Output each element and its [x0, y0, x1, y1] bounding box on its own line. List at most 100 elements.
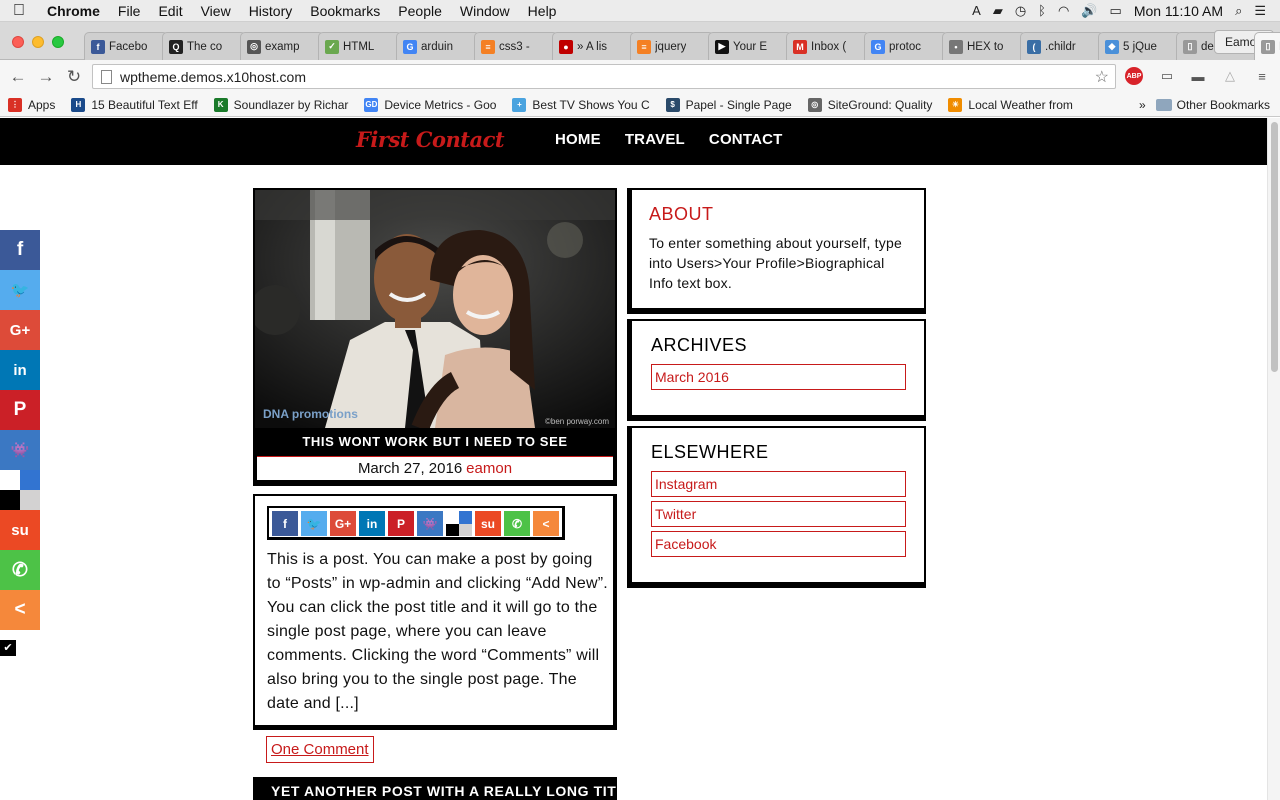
url-text[interactable]: wptheme.demos.x10host.com [120, 69, 306, 85]
close-window-button[interactable] [12, 36, 24, 48]
browser-tab[interactable]: ◆ 5 jQue [1098, 32, 1182, 60]
browser-tab[interactable]: ≡ jquery [630, 32, 714, 60]
post-share-pinterest-icon[interactable]: P [388, 511, 414, 536]
browser-tab[interactable]: Garduin [396, 32, 480, 60]
share-delicious-icon[interactable] [0, 470, 40, 510]
post-share-facebook-icon[interactable]: f [272, 511, 298, 536]
maximize-window-button[interactable] [52, 36, 64, 48]
browser-tab[interactable]: ◎ examp [240, 32, 324, 60]
bookmark-item[interactable]: ⋮ Apps [8, 97, 55, 112]
post-share-reddit-icon[interactable]: 👾 [417, 511, 443, 536]
share-share-icon[interactable]: < [0, 590, 40, 630]
browser-tab[interactable]: • HEX to [942, 32, 1026, 60]
address-bar[interactable]: wptheme.demos.x10host.com ☆ [92, 64, 1116, 89]
apple-menu-icon[interactable]:  [0, 2, 38, 20]
elsewhere-link-instagram[interactable]: Instagram [651, 471, 906, 497]
browser-tab[interactable]: ● » A lis [552, 32, 636, 60]
nav-contact[interactable]: CONTACT [709, 131, 783, 148]
clock[interactable]: Mon 11:10 AM [1134, 3, 1223, 19]
minimize-window-button[interactable] [32, 36, 44, 48]
reload-icon[interactable]: ↻ [60, 67, 88, 87]
page-icon [101, 69, 112, 84]
post-share-delicious-icon[interactable] [446, 511, 472, 536]
nav-home[interactable]: HOME [555, 131, 601, 148]
page-scrollbar[interactable] [1267, 118, 1280, 800]
post-featured-image[interactable]: DNA promotions ©ben porway.com [255, 190, 615, 428]
cast-icon[interactable]: ▭ [1157, 66, 1177, 86]
share-linkedin-icon[interactable]: in [0, 350, 40, 390]
browser-tab[interactable]: Gprotoc [864, 32, 948, 60]
pen-icon[interactable]: ▰ [993, 3, 1003, 19]
text-input-icon[interactable]: A [972, 3, 981, 18]
bookmark-favicon-icon: ◎ [807, 97, 822, 112]
post-author-link[interactable]: eamon [466, 460, 512, 477]
bookmark-star-icon[interactable]: ☆ [1095, 67, 1109, 87]
bookmark-item[interactable]: + Best TV Shows You C [512, 97, 650, 112]
share-whatsapp-icon[interactable]: ✆ [0, 550, 40, 590]
drive-icon[interactable]: △ [1220, 66, 1240, 86]
time-machine-icon[interactable]: ◷ [1015, 3, 1026, 19]
forward-icon[interactable]: → [32, 67, 60, 87]
menu-chrome[interactable]: Chrome [38, 3, 109, 19]
elsewhere-link-twitter[interactable]: Twitter [651, 501, 906, 527]
browser-tab[interactable]: Q The co [162, 32, 246, 60]
spotlight-icon[interactable]: ⌕ [1235, 3, 1242, 19]
volume-icon[interactable]: 🔊 [1081, 3, 1097, 19]
browser-tab[interactable]: (.childr [1020, 32, 1104, 60]
bookmark-favicon-icon: GD [364, 97, 379, 112]
terminal-icon[interactable]: ▬ [1188, 66, 1208, 86]
tab-favicon-icon: ● [559, 39, 573, 54]
share-twitter-icon[interactable]: 🐦 [0, 270, 40, 310]
bookmark-item[interactable]: K Soundlazer by Richar [213, 97, 348, 112]
nav-travel[interactable]: TRAVEL [625, 131, 685, 148]
bookmark-item[interactable]: H 15 Beautiful Text Eff [71, 97, 198, 112]
wifi-icon[interactable]: ◠ [1058, 3, 1069, 19]
browser-tab[interactable]: ▯Firs✕ [1254, 32, 1280, 60]
menu-history[interactable]: History [240, 3, 302, 19]
share-google-plus-icon[interactable]: G+ [0, 310, 40, 350]
archive-link-march-2016[interactable]: March 2016 [651, 364, 906, 390]
post-share-linkedin-icon[interactable]: in [359, 511, 385, 536]
adblock-plus-icon[interactable]: ABP [1125, 67, 1143, 85]
share-pinterest-icon[interactable]: P [0, 390, 40, 430]
browser-tab[interactable]: ≡ css3 - [474, 32, 558, 60]
comments-link[interactable]: One Comment [266, 736, 374, 763]
back-icon[interactable]: ← [4, 67, 32, 87]
elsewhere-link-facebook[interactable]: Facebook [651, 531, 906, 557]
battery-icon[interactable]: ▭ [1110, 3, 1122, 19]
share-facebook-icon[interactable]: f [0, 230, 40, 270]
menu-help[interactable]: Help [519, 3, 566, 19]
other-bookmarks-folder[interactable]: Other Bookmarks [1155, 98, 1270, 112]
menu-file[interactable]: File [109, 3, 150, 19]
next-post-title[interactable]: YET ANOTHER POST WITH A REALLY LONG TITL… [253, 777, 617, 800]
menu-bookmarks[interactable]: Bookmarks [301, 3, 389, 19]
notification-center-icon[interactable]: ☰ [1254, 3, 1266, 19]
share-reddit-icon[interactable]: 👾 [0, 430, 40, 470]
site-logo[interactable]: First Contact [356, 127, 505, 152]
bluetooth-icon[interactable]: ᛒ [1038, 3, 1046, 18]
post-title[interactable]: THIS WONT WORK BUT I NEED TO SEE [302, 434, 567, 449]
bookmark-item[interactable]: ☀ Local Weather from [948, 97, 1073, 112]
post-share-share-icon[interactable]: < [533, 511, 559, 536]
menu-edit[interactable]: Edit [149, 3, 191, 19]
post-share-google-plus-icon[interactable]: G+ [330, 511, 356, 536]
post-share-stumbleupon-icon[interactable]: su [475, 511, 501, 536]
menu-people[interactable]: People [389, 3, 451, 19]
browser-tab[interactable]: f Facebo [84, 32, 168, 60]
browser-tab[interactable]: ✓ HTML [318, 32, 402, 60]
post-share-whatsapp-icon[interactable]: ✆ [504, 511, 530, 536]
scrollbar-thumb[interactable] [1271, 122, 1278, 372]
bookmark-item[interactable]: GD Device Metrics - Goo [364, 97, 496, 112]
bookmark-item[interactable]: ◎ SiteGround: Quality [807, 97, 932, 112]
bookmark-item[interactable]: $ Papel - Single Page [665, 97, 792, 112]
share-stumbleupon-icon[interactable]: su [0, 510, 40, 550]
bookmarks-overflow-button[interactable]: » [1139, 98, 1146, 112]
browser-tab[interactable]: ▶ Your E [708, 32, 792, 60]
post-share-twitter-icon[interactable]: 🐦 [301, 511, 327, 536]
tab-label: HEX to [967, 40, 1004, 53]
browser-tab[interactable]: M Inbox ( [786, 32, 870, 60]
hide-share-toggle-icon[interactable]: ✔ [0, 640, 16, 656]
menu-window[interactable]: Window [451, 3, 519, 19]
menu-view[interactable]: View [192, 3, 240, 19]
chrome-menu-icon[interactable]: ≡ [1252, 66, 1272, 86]
